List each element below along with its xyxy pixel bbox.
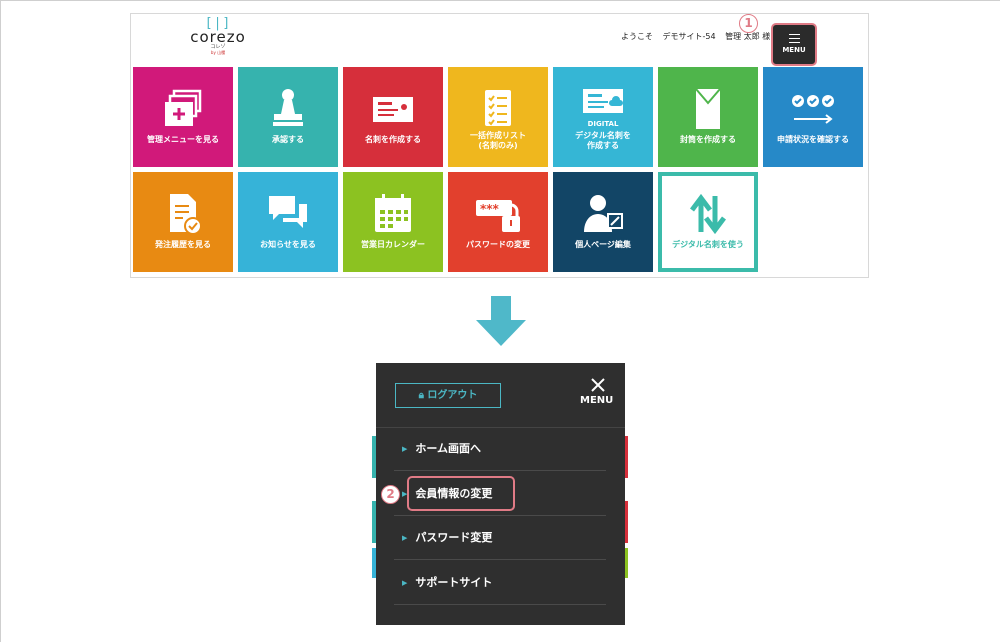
checklist-icon <box>448 87 548 131</box>
lock-icon: 🔒︎ <box>418 390 424 401</box>
logout-label: ログアウト <box>427 390 478 401</box>
logout-button[interactable]: 🔒︎ ログアウト <box>395 383 501 408</box>
triangle-icon: ▶ <box>402 579 408 587</box>
home-screen-screenshot: [|] corezo コレゾ by 山櫻 ようこそ デモサイト-54 管理 太郎… <box>130 13 869 278</box>
tile-label: 管理メニューを見る <box>147 135 219 144</box>
chat-icon <box>238 192 338 236</box>
tile-admin-menu[interactable]: 管理メニューを見る <box>133 67 233 167</box>
tile-order-history[interactable]: 発注履歴を見る <box>133 172 233 272</box>
envelope-icon <box>658 87 758 131</box>
document-check-icon <box>133 192 233 236</box>
tile-check-status[interactable]: 申請状況を確認する <box>763 67 863 167</box>
menu-item-password[interactable]: ▶ パスワード変更 <box>394 516 606 560</box>
tile-label: パスワードの変更 <box>466 240 530 249</box>
menu-item-support[interactable]: ▶ サポートサイト <box>394 561 606 605</box>
menu-item-label: サポートサイト <box>415 576 493 589</box>
triangle-icon: ▶ <box>402 445 408 453</box>
user-edit-icon <box>553 192 653 236</box>
business-card-icon <box>343 87 443 131</box>
tile-business-calendar[interactable]: 営業日カレンダー <box>343 172 443 272</box>
frame-left-border <box>0 0 1 642</box>
triangle-icon: ▶ <box>402 534 408 542</box>
tile-edit-profile[interactable]: 個人ページ編集 <box>553 172 653 272</box>
tile-label: 一括作成リスト (名刺のみ) <box>470 131 526 150</box>
tile-label: 封筒を作成する <box>680 135 736 144</box>
hamburger-icon <box>788 34 800 43</box>
menu-button-label: MENU <box>782 46 806 54</box>
tile-label: 発注履歴を見る <box>155 240 211 249</box>
tile-bulk-list[interactable]: 一括作成リスト (名刺のみ) <box>448 67 548 167</box>
tile-approve[interactable]: 承認する <box>238 67 338 167</box>
tile-notices[interactable]: お知らせを見る <box>238 172 338 272</box>
step-badge-1: 1 <box>739 14 758 33</box>
tile-label: デジタル名刺を 作成する <box>575 131 631 150</box>
close-icon[interactable] <box>591 377 605 392</box>
folders-icon <box>133 87 233 131</box>
logo-brand-text: by 山櫻 <box>210 50 226 55</box>
logo-text: corezo <box>190 28 246 46</box>
step-badge-2: 2 <box>381 485 400 504</box>
stamp-icon <box>238 87 338 131</box>
calendar-icon <box>343 192 443 236</box>
tile-label: お知らせを見る <box>260 240 316 249</box>
password-lock-icon: *** <box>448 192 548 236</box>
tile-create-card[interactable]: 名刺を作成する <box>343 67 443 167</box>
welcome-text: ようこそ デモサイト-54 管理 太郎 様 <box>621 31 777 42</box>
frame-top-border <box>0 0 1000 1</box>
welcome-site: デモサイト-54 <box>662 32 716 41</box>
digital-label: DIGITAL <box>587 120 619 128</box>
tile-use-digital-card[interactable]: デジタル名刺を使う <box>658 172 758 272</box>
highlight-member-info <box>407 476 515 511</box>
menu-button[interactable]: MENU <box>771 23 817 66</box>
welcome-user: 管理 太郎 様 <box>725 32 771 41</box>
close-menu-label[interactable]: MENU <box>580 395 613 406</box>
tile-label: 名刺を作成する <box>365 135 421 144</box>
welcome-greeting: ようこそ <box>621 32 653 41</box>
tile-label: デジタル名刺を使う <box>672 240 744 249</box>
progress-icon <box>763 87 863 131</box>
tile-label: 営業日カレンダー <box>361 240 425 249</box>
tile-label: 承認する <box>272 135 304 144</box>
tile-label: 申請状況を確認する <box>777 135 849 144</box>
menu-item-label: ホーム画面へ <box>415 442 482 455</box>
corezo-logo[interactable]: [|] corezo コレゾ by 山櫻 <box>183 17 253 58</box>
tile-label: 個人ページ編集 <box>575 240 631 249</box>
swap-arrows-icon <box>662 192 754 236</box>
menu-item-home[interactable]: ▶ ホーム画面へ <box>394 427 606 471</box>
svg-text:***: *** <box>480 202 500 216</box>
tile-create-envelope[interactable]: 封筒を作成する <box>658 67 758 167</box>
menu-item-label: パスワード変更 <box>415 531 493 544</box>
tile-create-digital-card[interactable]: DIGITAL デジタル名刺を 作成する <box>553 67 653 167</box>
tile-change-password[interactable]: *** パスワードの変更 <box>448 172 548 272</box>
down-arrow-icon <box>476 296 526 352</box>
